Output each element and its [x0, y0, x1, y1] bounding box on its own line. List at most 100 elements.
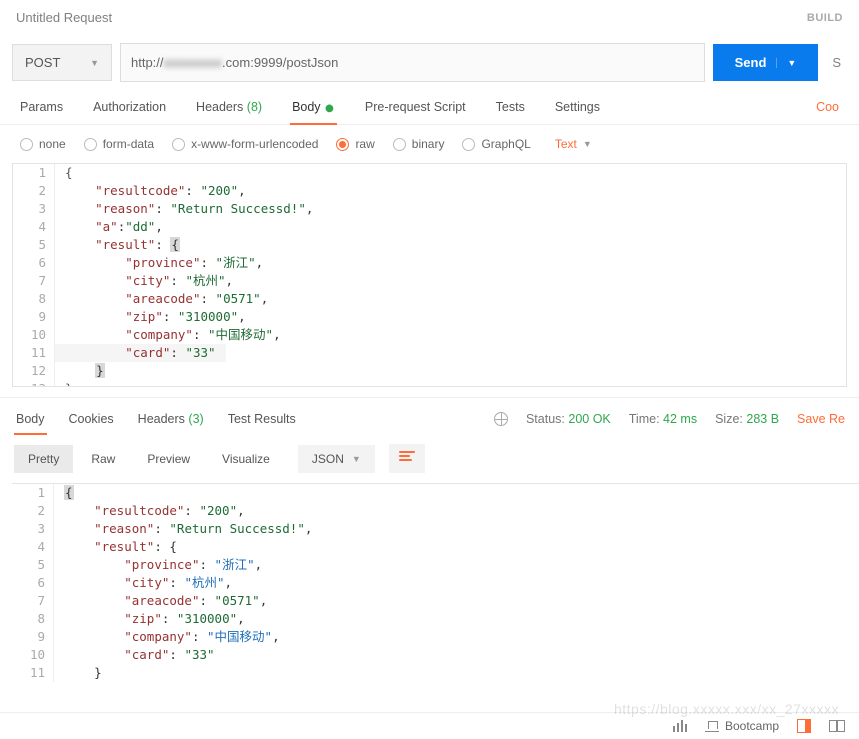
- tab-headers[interactable]: Headers (8): [194, 90, 264, 124]
- resp-headers-label: Headers: [138, 412, 185, 426]
- bodytype-none[interactable]: none: [20, 137, 66, 151]
- code-line: "reason": "Return Successd!",: [55, 200, 323, 218]
- chevron-down-icon: ▼: [90, 58, 99, 68]
- code-line: "zip": "310000",: [55, 308, 256, 326]
- save-response-button[interactable]: Save Re: [797, 412, 845, 426]
- send-button[interactable]: Send ▼: [713, 44, 819, 81]
- layout-panels-icon[interactable]: [829, 720, 845, 732]
- bodytype-raw[interactable]: raw: [336, 137, 374, 151]
- radio-icon: [336, 138, 349, 151]
- line-number: 2: [12, 502, 54, 520]
- view-pretty[interactable]: Pretty: [14, 445, 73, 473]
- raw-format-label: Text: [555, 137, 577, 151]
- radio-icon: [20, 138, 33, 151]
- url-prefix: http://: [131, 55, 164, 70]
- request-title[interactable]: Untitled Request: [16, 10, 112, 25]
- bodytype-xform[interactable]: x-www-form-urlencoded: [172, 137, 318, 151]
- send-dropdown-icon[interactable]: ▼: [776, 58, 796, 68]
- code-line: "reason": "Return Successd!",: [54, 520, 322, 538]
- tab-body[interactable]: Body ●: [290, 90, 337, 124]
- radio-icon: [84, 138, 97, 151]
- request-body-editor[interactable]: 1{ 2 "resultcode": "200", 3 "reason": "R…: [12, 163, 847, 387]
- bodytype-xform-label: x-www-form-urlencoded: [191, 137, 318, 151]
- code-line: "zip": "310000",: [54, 610, 255, 628]
- code-line: "city": "杭州",: [54, 574, 242, 592]
- code-line: }: [55, 380, 83, 387]
- status-meta: Status: 200 OK: [526, 412, 611, 426]
- bodytype-raw-label: raw: [355, 137, 374, 151]
- line-number: 1: [13, 164, 55, 182]
- line-number: 11: [12, 664, 54, 682]
- code-line: {: [55, 164, 83, 182]
- bodytype-graphql[interactable]: GraphQL: [462, 137, 530, 151]
- tab-params[interactable]: Params: [18, 90, 65, 124]
- line-number: 1: [12, 484, 54, 502]
- line-number: 10: [12, 646, 54, 664]
- line-number: 3: [13, 200, 55, 218]
- bodytype-none-label: none: [39, 137, 66, 151]
- line-number: 9: [12, 628, 54, 646]
- code-line: "card": "33": [55, 344, 226, 362]
- tab-settings[interactable]: Settings: [553, 90, 602, 124]
- line-number: 6: [13, 254, 55, 272]
- body-active-dot-icon: ●: [324, 98, 335, 118]
- response-body-editor[interactable]: 1{ 2 "resultcode": "200", 3 "reason": "R…: [12, 483, 859, 693]
- bodytype-formdata-label: form-data: [103, 137, 154, 151]
- graduation-cap-icon: [705, 720, 719, 732]
- resp-tab-cookies[interactable]: Cookies: [67, 404, 116, 434]
- cookies-link-clipped[interactable]: Coo: [814, 90, 841, 124]
- wrap-icon: [399, 451, 415, 463]
- bootcamp-button[interactable]: Bootcamp: [705, 719, 779, 733]
- headers-count: (8): [247, 100, 262, 114]
- wrap-lines-button[interactable]: [389, 444, 425, 473]
- view-preview[interactable]: Preview: [133, 445, 204, 473]
- save-button-clipped[interactable]: S: [826, 44, 847, 81]
- bodytype-binary[interactable]: binary: [393, 137, 445, 151]
- code-line: "company": "中国移动",: [54, 628, 290, 646]
- code-line: {: [54, 484, 84, 502]
- line-number: 6: [12, 574, 54, 592]
- radio-icon: [393, 138, 406, 151]
- code-line: "areacode": "0571",: [55, 290, 278, 308]
- tab-prerequest[interactable]: Pre-request Script: [363, 90, 468, 124]
- tab-authorization[interactable]: Authorization: [91, 90, 168, 124]
- bodytype-graphql-label: GraphQL: [481, 137, 530, 151]
- layout-side-icon[interactable]: [797, 719, 811, 733]
- url-input[interactable]: http://xxxxxxxxx.com:9999/postJson: [120, 43, 705, 82]
- line-number: 5: [13, 236, 55, 254]
- line-number: 8: [12, 610, 54, 628]
- chevron-down-icon: ▼: [352, 454, 361, 464]
- view-raw[interactable]: Raw: [77, 445, 129, 473]
- sync-icon[interactable]: [673, 720, 687, 732]
- bodytype-formdata[interactable]: form-data: [84, 137, 154, 151]
- view-visualize[interactable]: Visualize: [208, 445, 284, 473]
- line-number: 7: [13, 272, 55, 290]
- line-number: 10: [13, 326, 55, 344]
- radio-icon: [172, 138, 185, 151]
- code-line: "result": {: [55, 236, 190, 254]
- line-number: 5: [12, 556, 54, 574]
- http-method-select[interactable]: POST ▼: [12, 44, 112, 81]
- resp-tab-body[interactable]: Body: [14, 404, 47, 434]
- bodytype-binary-label: binary: [412, 137, 445, 151]
- code-line: "city": "杭州",: [55, 272, 243, 290]
- size-meta: Size: 283 B: [715, 412, 779, 426]
- line-number: 4: [13, 218, 55, 236]
- code-line: "a":"dd",: [55, 218, 173, 236]
- format-select[interactable]: JSON▼: [298, 445, 375, 473]
- raw-format-select[interactable]: Text▼: [555, 137, 592, 151]
- code-line: }: [54, 664, 112, 682]
- method-value: POST: [25, 55, 60, 70]
- code-line: "province": "浙江",: [54, 556, 272, 574]
- line-number: 3: [12, 520, 54, 538]
- resp-tab-testresults[interactable]: Test Results: [226, 404, 298, 434]
- code-line: "company": "中国移动",: [55, 326, 291, 344]
- globe-icon[interactable]: [494, 412, 508, 426]
- tab-body-label: Body: [292, 100, 321, 114]
- code-line: "areacode": "0571",: [54, 592, 277, 610]
- line-number: 7: [12, 592, 54, 610]
- tab-tests[interactable]: Tests: [494, 90, 527, 124]
- build-label[interactable]: BUILD: [807, 12, 843, 24]
- code-line: "province": "浙江",: [55, 254, 273, 272]
- resp-tab-headers[interactable]: Headers (3): [136, 404, 206, 434]
